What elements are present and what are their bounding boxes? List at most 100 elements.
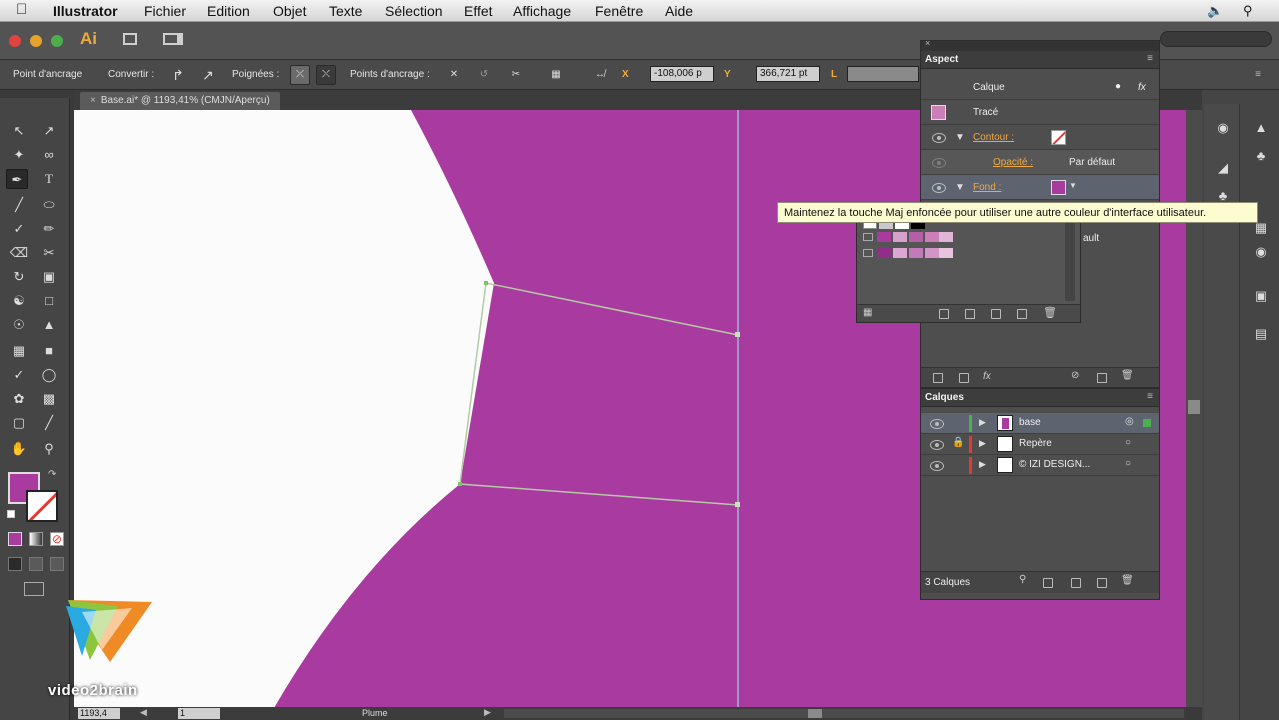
apple-icon[interactable]: : [16, 1, 27, 18]
document-tab[interactable]: × Base.ai* @ 1193,41% (CMJN/Aperçu): [80, 92, 280, 110]
free-transform-icon[interactable]: □: [38, 291, 60, 311]
type-tool-icon[interactable]: T: [38, 169, 60, 189]
first-artboard-icon[interactable]: ◀: [140, 707, 147, 718]
menu-illustrator[interactable]: Illustrator: [53, 3, 118, 19]
none-mode-icon[interactable]: ⊘: [50, 532, 64, 546]
layer-row[interactable]: ▶ base ◎: [921, 413, 1159, 434]
swatch-pink-3[interactable]: [939, 232, 953, 242]
swatches-panel-icon[interactable]: ♣: [1250, 146, 1272, 166]
pencil-tool-icon[interactable]: ✏: [38, 219, 60, 239]
fill-color-swatch[interactable]: [1051, 180, 1066, 195]
menu-selection[interactable]: Sélection: [385, 3, 443, 19]
workspace-switcher-icon[interactable]: [163, 33, 183, 45]
draw-inside-icon[interactable]: [50, 557, 64, 571]
show-kinds-icon[interactable]: [939, 309, 949, 319]
draw-normal-icon[interactable]: [8, 557, 22, 571]
delete-item-icon[interactable]: 🗑: [1121, 370, 1134, 381]
default-colors-icon[interactable]: [7, 510, 15, 518]
convert-corner-icon[interactable]: ↱: [168, 65, 188, 85]
scissors-tool-icon[interactable]: ✂: [38, 243, 60, 263]
eyedropper-tool-icon[interactable]: ✓: [8, 365, 30, 385]
search-icon[interactable]: ⚲: [1243, 3, 1253, 19]
aspect-fill-row[interactable]: ▼ Fond : ▼: [921, 175, 1159, 200]
artboard-tool-icon[interactable]: ▢: [8, 413, 30, 433]
stroke-none-swatch[interactable]: [1051, 130, 1066, 145]
eye-icon[interactable]: [930, 440, 944, 450]
eye-icon[interactable]: [930, 461, 944, 471]
hand-tool-icon[interactable]: ✋: [8, 439, 30, 459]
arrange-documents-icon[interactable]: [123, 33, 137, 45]
convert-smooth-icon[interactable]: ↗: [198, 65, 218, 85]
lasso-tool-icon[interactable]: ∞: [38, 145, 60, 165]
layers-panel-icon[interactable]: ▤: [1250, 324, 1272, 344]
artboard-number-field[interactable]: 1: [178, 708, 220, 719]
swatch-purple-1[interactable]: [877, 232, 891, 242]
layer-row[interactable]: ▶ © IZI DESIGN... ○: [921, 455, 1159, 476]
layer-target-icon[interactable]: ○: [1125, 437, 1131, 448]
zoom-tool-icon[interactable]: ⚲: [38, 439, 60, 459]
swatch-purple-3[interactable]: [877, 248, 891, 258]
layer-target-icon[interactable]: ◎: [1125, 416, 1134, 427]
symbol-sprayer-icon[interactable]: ✿: [8, 389, 30, 409]
selection-tool-icon[interactable]: ↖: [8, 121, 30, 141]
aspect-panel-menu-icon[interactable]: ≡: [1147, 53, 1153, 64]
connect-anchors-icon[interactable]: ↺: [474, 65, 494, 85]
swatch-pink-6[interactable]: [925, 248, 939, 258]
slice-tool-icon[interactable]: ╱: [38, 413, 60, 433]
aspect-contour-row[interactable]: ▼ Contour :: [921, 125, 1159, 150]
width-field[interactable]: [847, 66, 919, 82]
brushes-panel-icon[interactable]: ▲: [1250, 118, 1272, 138]
volume-icon[interactable]: 🔈: [1207, 3, 1223, 19]
new-layer-icon[interactable]: [1097, 578, 1107, 588]
horizontal-scroll-thumb[interactable]: [808, 709, 822, 718]
show-handles-icon[interactable]: ⤫: [290, 65, 310, 85]
perspective-grid-icon[interactable]: ▲: [38, 315, 60, 335]
appearance-panel-icon[interactable]: ◉: [1212, 118, 1234, 138]
contour-label[interactable]: Contour :: [973, 132, 1014, 143]
menu-aide[interactable]: Aide: [665, 3, 693, 19]
expand-arrow-icon[interactable]: ▼: [955, 182, 965, 193]
pen-tool-icon[interactable]: ✒: [6, 169, 28, 189]
graph-tool-icon[interactable]: ▩: [38, 389, 60, 409]
lock-icon[interactable]: 🔒: [952, 437, 964, 448]
fill-label[interactable]: Fond :: [973, 182, 1001, 193]
menu-effet[interactable]: Effet: [464, 3, 493, 19]
eye-icon[interactable]: [932, 133, 946, 143]
zoom-window-button[interactable]: [51, 35, 63, 47]
panel-menu-icon[interactable]: ≡: [1248, 65, 1268, 85]
calques-panel-title[interactable]: Calques: [925, 392, 964, 403]
fill-swatch-dropdown-icon[interactable]: ▼: [1069, 181, 1077, 190]
status-menu-icon[interactable]: ▶: [484, 707, 491, 718]
add-effect-icon[interactable]: fx: [983, 371, 991, 382]
line-tool-icon[interactable]: ╱: [8, 195, 30, 215]
new-swatch-icon[interactable]: [1017, 309, 1027, 319]
mesh-tool-icon[interactable]: ▦: [8, 341, 30, 361]
eye-icon[interactable]: [932, 183, 946, 193]
calques-panel-menu-icon[interactable]: ≡: [1147, 391, 1153, 402]
swatch-purple-2[interactable]: [909, 232, 923, 242]
magic-wand-icon[interactable]: ✦: [8, 145, 30, 165]
layer-target-icon[interactable]: ○: [1125, 458, 1131, 469]
color-guide-icon[interactable]: ◉: [1250, 242, 1272, 262]
swatch-options-icon[interactable]: [965, 309, 975, 319]
scale-tool-icon[interactable]: ▣: [38, 267, 60, 287]
layer-row[interactable]: 🔒 ▶ Repère ○: [921, 434, 1159, 455]
swatch-pink-2[interactable]: [925, 232, 939, 242]
expand-arrow-icon[interactable]: ▶: [979, 438, 986, 449]
menu-fenetre[interactable]: Fenêtre: [595, 3, 643, 19]
search-help-field[interactable]: [1160, 31, 1272, 47]
close-window-button[interactable]: [9, 35, 21, 47]
direct-selection-icon[interactable]: ↗: [38, 121, 60, 141]
graphic-styles-icon[interactable]: ◢: [1212, 158, 1234, 178]
duplicate-item-icon[interactable]: [1097, 373, 1107, 383]
new-sublayer-icon[interactable]: [1071, 578, 1081, 588]
expand-arrow-icon[interactable]: ▼: [955, 132, 965, 143]
gradient-tool-icon[interactable]: ■: [38, 341, 60, 361]
stroke-swatch[interactable]: [26, 490, 58, 522]
swatch-libraries-icon[interactable]: ▦: [863, 307, 872, 318]
eraser-tool-icon[interactable]: ⌫: [8, 243, 30, 263]
add-fill-icon[interactable]: [959, 373, 969, 383]
draw-behind-icon[interactable]: [29, 557, 43, 571]
horizontal-scrollbar[interactable]: [504, 709, 1184, 718]
layer-name[interactable]: base: [1019, 417, 1041, 428]
